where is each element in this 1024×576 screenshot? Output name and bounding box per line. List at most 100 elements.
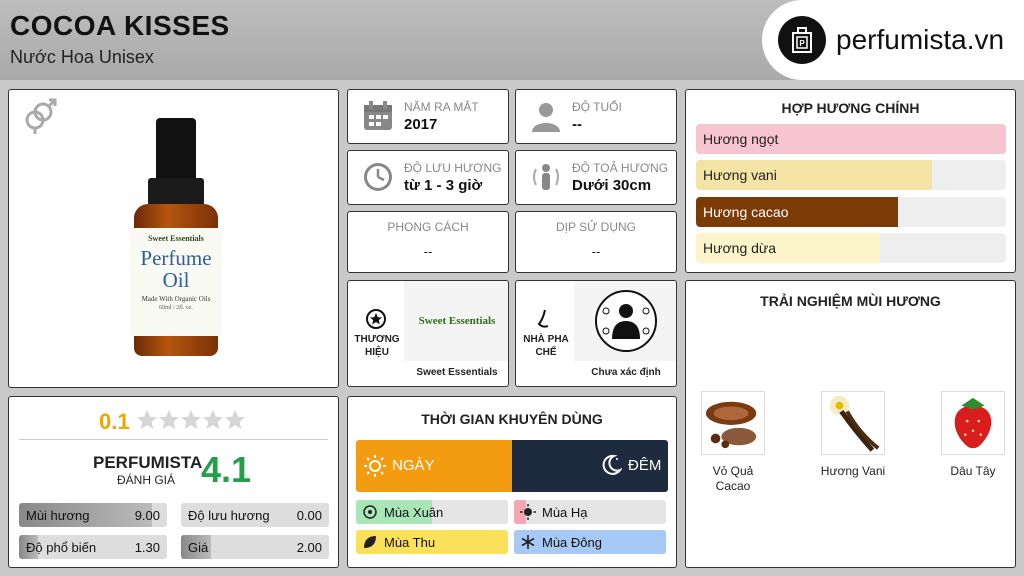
moon-icon [602,454,622,475]
clock-icon [364,163,392,191]
occasion-value: -- [591,244,601,259]
rating-stat: Độ lưu hương 0.00 [181,503,329,527]
note-label: Hương Vani [820,464,886,478]
notes-title: TRẢI NGHIỆM MÙI HƯƠNG [760,293,941,309]
rating-divider [19,439,328,440]
note-item[interactable]: Dâu Tây [940,391,1006,479]
notes-card: TRẢI NGHIỆM MÙI HƯƠNG Vỏ Quả Cacao Hương… [685,280,1016,568]
accord-bar: Hương vani [696,160,1006,190]
brand-label: THƯƠNG HIỆU [354,334,400,358]
perfume-subtitle: Nước Hoa Unisex [10,47,154,67]
star-icon[interactable] [180,409,202,431]
season-label: Mùa Thu [384,535,436,550]
user-score: 0.1 [99,409,130,434]
perfume-bottle-logo-icon: P [778,16,826,64]
accords-card: HỢP HƯƠNG CHÍNH Hương ngọt Hương vani Hươn… [685,89,1016,273]
accord-bar: Hương dừa [696,233,1006,263]
rating-stat-label: Giá [188,540,209,555]
star-icon[interactable] [158,409,180,431]
rating-stat: Mùi hương 9.00 [19,503,167,527]
perfumer-label: NHÀ PHA CHẾ [523,334,569,358]
product-bottle-image: Sweet Essentials Perfume Oil Made With O… [130,118,222,358]
sillage-label: ĐỘ TOẢ HƯƠNG [572,161,669,175]
star-icon[interactable] [224,409,246,431]
note-item[interactable]: Vỏ Quả Cacao [700,391,766,494]
brand-logo: Sweet Essentials [418,315,496,327]
note-label: Vỏ Quả Cacao [712,464,754,493]
sillage-person-icon [533,164,559,190]
header-bar: COCOA KISSES Nước Hoa Unisex P perfumist… [0,0,1024,80]
age-label: ĐỘ TUỔI [572,100,622,114]
rating-stat-label: Mùi hương [26,508,90,523]
star-icon[interactable] [136,409,158,431]
day-label: NGÀY [392,457,435,474]
season-bar: Mùa Xuân [356,500,508,524]
night-bar[interactable]: ĐÊM [512,440,668,492]
star-badge-icon [366,309,386,329]
perfumista-sublabel: ĐÁNH GIÁ [117,473,176,487]
brand-name: Sweet Essentials [416,367,498,378]
sillage-value: Dưới 30cm [572,177,652,194]
calendar-icon [364,101,392,130]
age-card: ĐỘ TUỔI -- [515,89,677,144]
occasion-card: DỊP SỬ DỤNG -- [515,211,677,273]
bottle-brand-text: Sweet Essentials [148,234,204,243]
accord-bar: Hương cacao [696,197,1006,227]
spring-icon [363,505,377,519]
bottle-line2-text: Oil [162,268,190,292]
perfumista-score: 4.1 [201,449,252,490]
sillage-card: ĐỘ TOẢ HƯƠNG Dưới 30cm [515,150,677,205]
svg-text:P: P [799,39,805,48]
perfumer-avatar-icon [595,290,657,352]
snowflake-icon [521,535,535,549]
bottle-line1-text: Perfume [140,246,212,270]
rating-stat-label: Độ lưu hương [188,508,270,523]
release-year-label: NĂM RA MẮT [404,100,479,114]
night-label: ĐÊM [628,457,662,474]
time-title: THỜI GIAN KHUYÊN DÙNG [421,411,603,427]
rating-stat-value: 0.00 [296,508,322,523]
perfumista-label: PERFUMISTA [93,453,203,472]
star-icon[interactable] [202,409,224,431]
longevity-card: ĐỘ LƯU HƯƠNG từ 1 - 3 giờ [347,150,509,205]
season-label: Mùa Đông [542,535,602,550]
perfumer-name: Chưa xác định [591,367,661,378]
summer-icon [520,504,536,520]
season-bar: Mùa Đông [514,530,666,554]
vanilla-icon [821,391,885,455]
note-label: Dâu Tây [950,464,996,478]
season-bar: Mùa Hạ [514,500,666,524]
strawberry-icon [941,391,1005,455]
accord-label: Hương vani [703,167,777,183]
person-icon [532,103,560,132]
site-logo[interactable]: P perfumista.vn [762,0,1024,80]
accord-label: Hương dừa [703,240,777,256]
accord-label: Hương ngọt [703,131,779,147]
release-year-value: 2017 [404,116,438,133]
accord-bar: Hương ngọt [696,124,1006,154]
product-image-card: Sweet Essentials Perfume Oil Made With O… [8,89,339,388]
season-label: Mùa Hạ [542,505,588,520]
perfume-title: COCOA KISSES [10,10,230,41]
longevity-value: từ 1 - 3 giờ [404,177,483,194]
bottle-size-text: 60ml / 2fl. oz. [159,305,193,311]
cacao-icon [701,391,765,455]
occasion-label: DỊP SỬ DỤNG [555,220,637,234]
style-value: -- [423,244,433,259]
rating-stars[interactable] [136,409,246,436]
day-bar[interactable]: NGÀY [356,440,512,492]
longevity-label: ĐỘ LƯU HƯƠNG [404,161,502,175]
note-item[interactable]: Hương Vani [820,391,886,479]
rating-stat-value: 9.00 [134,508,160,523]
rating-stat-label: Độ phổ biến [26,540,97,555]
season-label: Mùa Xuân [384,505,444,520]
perfumer-card[interactable]: NHÀ PHA CHẾ Chưa xác định [515,280,677,387]
brand-card[interactable]: THƯƠNG HIỆU Sweet Essentials Sweet Essen… [347,280,509,387]
rating-stat-value: 2.00 [296,540,322,555]
time-card: THỜI GIAN KHUYÊN DÙNG NGÀY ĐÊM Mùa Xuân M… [347,396,677,568]
sun-icon [364,455,386,477]
release-year-card: NĂM RA MẮT 2017 [347,89,509,144]
autumn-leaf-icon [364,536,376,548]
nose-icon [537,309,549,328]
rating-stat-value: 1.30 [134,540,160,555]
